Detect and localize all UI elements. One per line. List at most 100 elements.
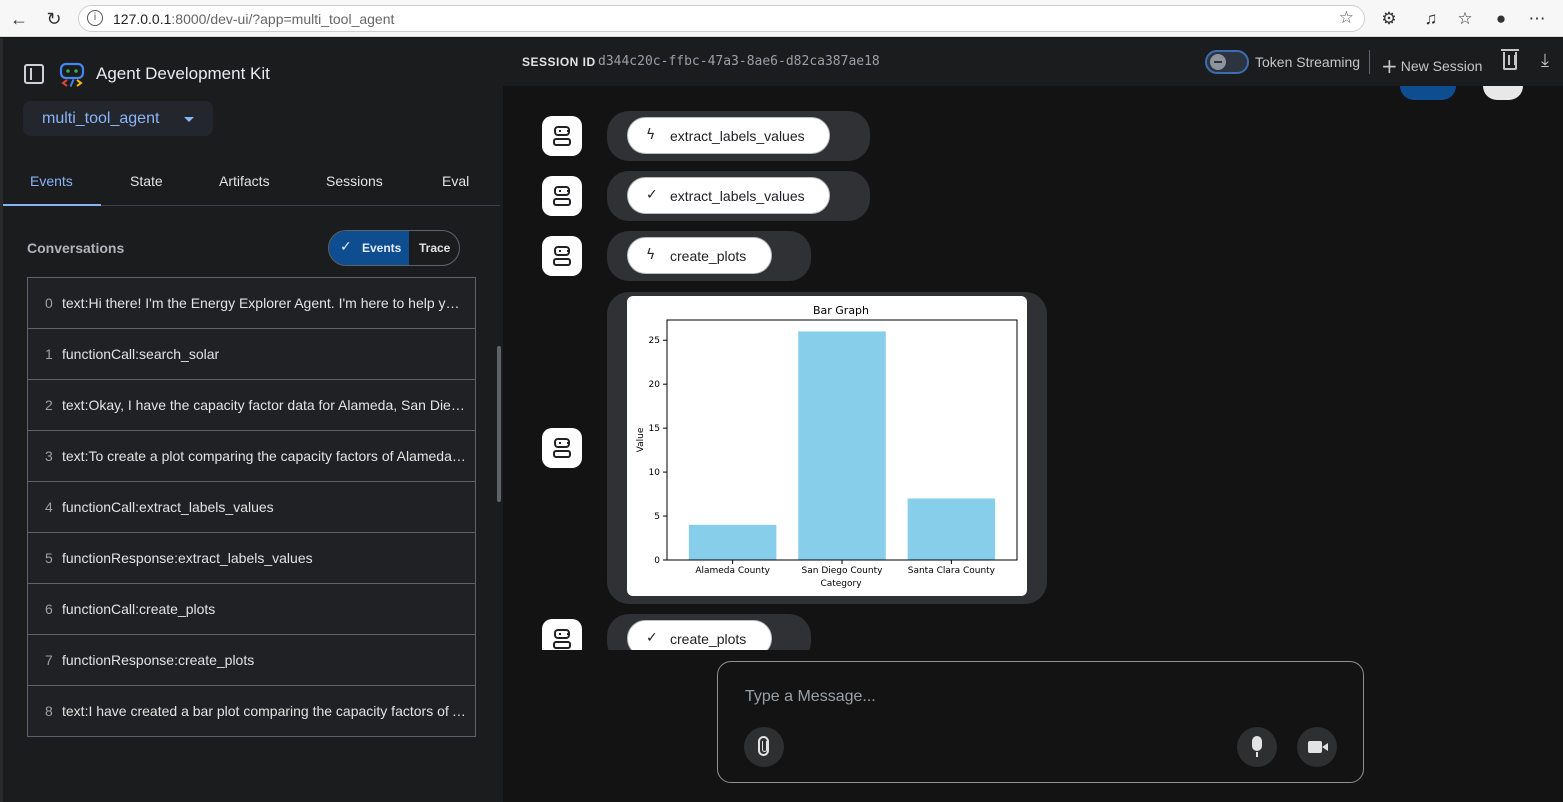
event-index: 1 (45, 346, 53, 362)
app-title: Agent Development Kit (96, 64, 270, 83)
delete-session-icon[interactable] (1501, 49, 1519, 70)
bot-avatar-icon (542, 116, 582, 156)
plot-message-bubble: Bar Graph 0 5 10 15 20 25 Alameda County San D… (607, 292, 1047, 604)
message-bubble: ϟ extract_labels_values (607, 111, 870, 161)
sidebar: Agent Development Kit multi_tool_agent E… (3, 38, 503, 802)
tab-eval[interactable]: Eval (442, 173, 469, 189)
active-tab-indicator (3, 204, 101, 206)
chip-label: create_plots (670, 248, 747, 264)
y-tick-label: 0 (654, 556, 660, 566)
adk-logo-icon (59, 62, 85, 87)
sidebar-toggle-icon[interactable] (24, 64, 44, 84)
new-session-button[interactable]: + New Session (1381, 52, 1482, 78)
event-text: functionResponse:extract_labels_values (62, 550, 313, 566)
event-index: 6 (45, 601, 53, 617)
session-id-label: SESSION ID (522, 55, 596, 69)
function-response-chip[interactable]: ✓ create_plots (627, 620, 772, 650)
partial-user-bubble (1400, 86, 1456, 100)
function-call-chip[interactable]: ϟ create_plots (627, 237, 772, 274)
extensions-icon[interactable]: ⚙ (1378, 8, 1400, 30)
bot-avatar-icon (542, 619, 582, 650)
attach-button[interactable] (744, 727, 784, 767)
message-input-box[interactable]: Type a Message... (717, 661, 1364, 783)
toggle-events-button[interactable]: ✓ Events (329, 231, 409, 265)
agent-select-value: multi_tool_agent (42, 110, 160, 127)
tab-events[interactable]: Events (30, 173, 73, 189)
token-streaming-switch[interactable] (1205, 50, 1249, 74)
video-camera-icon (1308, 741, 1328, 753)
function-response-chip[interactable]: ✓ extract_labels_values (627, 177, 830, 214)
paperclip-icon (758, 736, 769, 756)
switch-knob (1210, 54, 1226, 70)
event-index: 2 (45, 397, 53, 413)
message-input[interactable]: Type a Message... (745, 688, 876, 706)
event-index: 0 (45, 295, 53, 311)
events-trace-toggle: ✓ Events Trace (328, 230, 460, 266)
event-row[interactable]: 4 functionCall:extract_labels_values (27, 481, 476, 533)
y-tick-label: 25 (649, 336, 660, 346)
session-topbar: SESSION ID d344c20c-ffbc-47a3-8ae6-d82ca… (503, 38, 1563, 86)
y-axis-label: Value (636, 427, 646, 452)
event-text: functionCall:create_plots (62, 601, 216, 617)
message-bubble: ✓ extract_labels_values (607, 171, 870, 221)
event-row[interactable]: 0 text:Hi there! I'm the Energy Explorer … (27, 277, 476, 329)
tab-sessions[interactable]: Sessions (326, 173, 383, 189)
bar (798, 331, 886, 560)
event-row[interactable]: 3 text:To create a plot comparing the cap… (27, 430, 476, 482)
agent-select[interactable]: multi_tool_agent (23, 101, 213, 136)
download-icon[interactable]: ⤓ (1541, 50, 1549, 71)
y-tick-label: 10 (649, 468, 661, 478)
event-index: 5 (45, 550, 53, 566)
back-arrow-icon[interactable]: ← (8, 8, 30, 30)
message-bubble: ✓ create_plots (607, 614, 811, 650)
check-icon: ✓ (646, 630, 658, 646)
chip-label: extract_labels_values (670, 128, 805, 144)
sidebar-tabs: Events State Artifacts Sessions Eval (3, 162, 500, 206)
event-text: functionCall:extract_labels_values (62, 499, 274, 515)
session-id-value: d344c20c-ffbc-47a3-8ae6-d82ca387ae18 (598, 54, 880, 69)
partial-user-avatar (1483, 86, 1523, 100)
bar-chart: Bar Graph 0 5 10 15 20 25 Alameda County San D… (636, 304, 1018, 589)
sidebar-scrollbar[interactable] (497, 346, 501, 502)
event-row[interactable]: 8 text:I have created a bar plot comparin… (27, 685, 476, 737)
event-row[interactable]: 6 functionCall:create_plots (27, 583, 476, 635)
more-menu-icon[interactable]: ⋯ (1526, 8, 1548, 30)
tab-state[interactable]: State (130, 173, 163, 189)
address-bar[interactable]: i 127.0.0.1:8000/dev-ui/?app=multi_tool_… (78, 5, 1365, 32)
reload-icon[interactable]: ↻ (43, 8, 65, 30)
event-text: text:Okay, I have the capacity factor da… (62, 397, 467, 413)
event-row[interactable]: 1 functionCall:search_solar (27, 328, 476, 380)
event-list: 0 text:Hi there! I'm the Energy Explorer … (27, 277, 476, 737)
tab-artifacts[interactable]: Artifacts (219, 173, 270, 189)
media-icon[interactable]: ♫ (1420, 8, 1442, 30)
event-index: 7 (45, 652, 53, 668)
y-tick-label: 20 (649, 380, 661, 390)
x-tick-label: San Diego County (802, 566, 884, 576)
function-call-chip[interactable]: ϟ extract_labels_values (627, 117, 830, 154)
event-text: text:To create a plot comparing the capa… (62, 448, 467, 464)
conversations-heading: Conversations (27, 240, 125, 256)
chip-label: create_plots (670, 631, 747, 647)
favorites-icon[interactable]: ☆ (1454, 8, 1476, 30)
bookmark-star-icon[interactable]: ☆ (1339, 8, 1354, 28)
event-text: text:I have created a bar plot comparing… (62, 703, 467, 719)
mic-button[interactable] (1237, 727, 1277, 767)
event-row[interactable]: 2 text:Okay, I have the capacity factor d… (27, 379, 476, 431)
chart-title: Bar Graph (813, 304, 869, 317)
bolt-icon: ϟ (646, 127, 656, 143)
site-info-icon[interactable]: i (87, 10, 103, 26)
event-index: 3 (45, 448, 53, 464)
check-icon: ✓ (646, 187, 658, 203)
x-tick-label: Santa Clara County (908, 566, 996, 576)
plot-image[interactable]: Bar Graph 0 5 10 15 20 25 Alameda County San D… (627, 296, 1027, 596)
message-bubble: ϟ create_plots (607, 231, 811, 281)
profile-icon[interactable]: ● (1490, 8, 1512, 30)
event-row[interactable]: 5 functionResponse:extract_labels_values (27, 532, 476, 584)
event-row[interactable]: 7 functionResponse:create_plots (27, 634, 476, 686)
x-tick-label: Alameda County (695, 566, 770, 576)
toggle-trace-label: Trace (419, 241, 451, 255)
chevron-down-icon (184, 117, 194, 122)
x-axis-label: Category (820, 579, 862, 589)
toggle-trace-button[interactable]: Trace (410, 231, 459, 265)
video-button[interactable] (1297, 727, 1337, 767)
